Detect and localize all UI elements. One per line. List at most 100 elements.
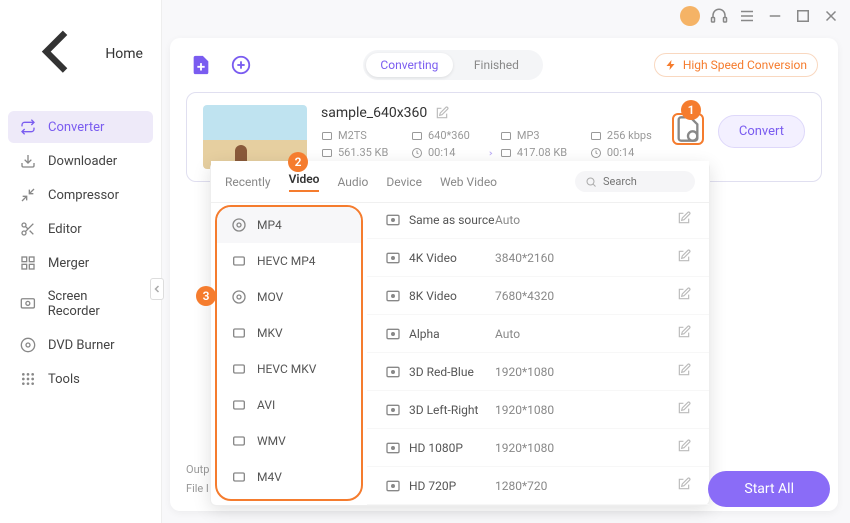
format-item-hevcmp4[interactable]: HEVC MP4 xyxy=(217,243,361,279)
popup-tab-device[interactable]: Device xyxy=(386,175,422,189)
film-icon xyxy=(231,469,247,485)
display-icon xyxy=(385,288,401,304)
merge-icon xyxy=(20,255,36,271)
minimize-icon[interactable] xyxy=(766,7,784,25)
target-icon xyxy=(231,217,247,233)
callout-3: 3 xyxy=(196,286,216,306)
popup-search[interactable] xyxy=(575,171,695,192)
format-item-mkv[interactable]: MKV xyxy=(217,315,361,351)
video-icon xyxy=(321,130,333,142)
edit-preset-icon[interactable] xyxy=(677,401,691,418)
sidebar-label: Merger xyxy=(48,256,89,271)
maximize-icon[interactable] xyxy=(794,7,812,25)
popup-tab-recently[interactable]: Recently xyxy=(225,175,271,189)
clock-icon xyxy=(411,147,423,159)
res-item[interactable]: 8K Video7680*4320 xyxy=(367,277,709,315)
grid-icon xyxy=(20,371,36,387)
download-icon xyxy=(20,153,36,169)
headset-icon[interactable] xyxy=(710,7,728,25)
tab-finished[interactable]: Finished xyxy=(453,53,540,77)
search-input[interactable] xyxy=(603,175,683,188)
target-icon xyxy=(231,289,247,305)
home-label: Home xyxy=(105,46,143,62)
add-folder-icon[interactable] xyxy=(230,54,252,76)
res-item[interactable]: HD 720P1280*720 xyxy=(367,467,709,505)
disc-icon xyxy=(20,337,36,353)
display-icon xyxy=(385,402,401,418)
add-file-icon[interactable] xyxy=(190,54,212,76)
status-segment: Converting Finished xyxy=(363,50,543,80)
sidebar: Home Converter Downloader Compressor Edi… xyxy=(0,0,162,523)
sidebar-label: Editor xyxy=(48,222,82,237)
arrow-icon xyxy=(485,149,494,158)
film-icon xyxy=(231,433,247,449)
display-icon xyxy=(385,326,401,342)
format-item-hevcmkv[interactable]: HEVC MKV xyxy=(217,351,361,387)
edit-preset-icon[interactable] xyxy=(677,325,691,342)
compress-icon xyxy=(20,187,36,203)
high-speed-badge[interactable]: High Speed Conversion xyxy=(654,53,818,77)
hsc-label: High Speed Conversion xyxy=(683,58,807,72)
sidebar-label: DVD Burner xyxy=(48,338,115,353)
res-item[interactable]: 3D Red-Blue1920*1080 xyxy=(367,353,709,391)
size-icon xyxy=(500,147,512,159)
sidebar-item-tools[interactable]: Tools xyxy=(8,363,153,395)
popup-tab-webvideo[interactable]: Web Video xyxy=(440,175,497,189)
popup-tab-video[interactable]: Video xyxy=(289,172,320,192)
film-icon xyxy=(231,397,247,413)
sidebar-item-dvd-burner[interactable]: DVD Burner xyxy=(8,329,153,361)
edit-preset-icon[interactable] xyxy=(677,211,691,228)
format-item-mov[interactable]: MOV xyxy=(217,279,361,315)
edit-preset-icon[interactable] xyxy=(677,249,691,266)
edit-preset-icon[interactable] xyxy=(677,287,691,304)
video-icon xyxy=(500,130,512,142)
edit-preset-icon[interactable] xyxy=(677,439,691,456)
collapse-sidebar[interactable] xyxy=(150,278,164,300)
res-item[interactable]: Same as sourceAuto xyxy=(367,201,709,239)
format-item-mp4[interactable]: MP4 xyxy=(217,207,361,243)
res-item[interactable]: 3D Left-Right1920*1080 xyxy=(367,391,709,429)
edit-preset-icon[interactable] xyxy=(677,363,691,380)
user-avatar[interactable] xyxy=(680,6,700,26)
display-icon xyxy=(385,212,401,228)
format-popup: Recently Video Audio Device Web Video MP… xyxy=(210,162,710,506)
sidebar-item-merger[interactable]: Merger xyxy=(8,247,153,279)
sidebar-item-converter[interactable]: Converter xyxy=(8,111,153,143)
back-icon xyxy=(18,14,93,93)
start-all-button[interactable]: Start All xyxy=(708,471,830,507)
task-title: sample_640x360 xyxy=(321,105,427,121)
close-icon[interactable] xyxy=(822,7,840,25)
format-item-wmv[interactable]: WMV xyxy=(217,423,361,459)
format-item-avi[interactable]: AVI xyxy=(217,387,361,423)
sidebar-item-screen-recorder[interactable]: Screen Recorder xyxy=(8,281,153,327)
display-icon xyxy=(385,364,401,380)
sidebar-label: Downloader xyxy=(48,154,117,169)
res-icon xyxy=(411,130,423,142)
lightning-icon xyxy=(665,59,677,71)
res-item[interactable]: AlphaAuto xyxy=(367,315,709,353)
format-item-m4v[interactable]: M4V xyxy=(217,459,361,495)
menu-icon[interactable] xyxy=(738,7,756,25)
sidebar-label: Compressor xyxy=(48,188,119,203)
callout-2: 2 xyxy=(288,152,308,172)
res-item[interactable]: HD 1080P1920*1080 xyxy=(367,429,709,467)
film-icon xyxy=(231,325,247,341)
scissors-icon xyxy=(20,221,36,237)
res-item[interactable]: 4K Video3840*2160 xyxy=(367,239,709,277)
sidebar-item-compressor[interactable]: Compressor xyxy=(8,179,153,211)
popup-tab-audio[interactable]: Audio xyxy=(337,175,368,189)
res-icon xyxy=(590,130,602,142)
tab-converting[interactable]: Converting xyxy=(366,53,453,77)
edit-preset-icon[interactable] xyxy=(677,477,691,494)
sidebar-item-downloader[interactable]: Downloader xyxy=(8,145,153,177)
sidebar-item-editor[interactable]: Editor xyxy=(8,213,153,245)
display-icon xyxy=(385,478,401,494)
callout-1: 1 xyxy=(681,100,701,120)
record-icon xyxy=(20,296,36,312)
convert-button[interactable]: Convert xyxy=(718,115,805,148)
search-icon xyxy=(585,176,597,188)
converter-icon xyxy=(20,119,36,135)
sidebar-home[interactable]: Home xyxy=(0,0,161,107)
sidebar-label: Converter xyxy=(48,120,104,135)
edit-title-icon[interactable] xyxy=(435,106,449,120)
